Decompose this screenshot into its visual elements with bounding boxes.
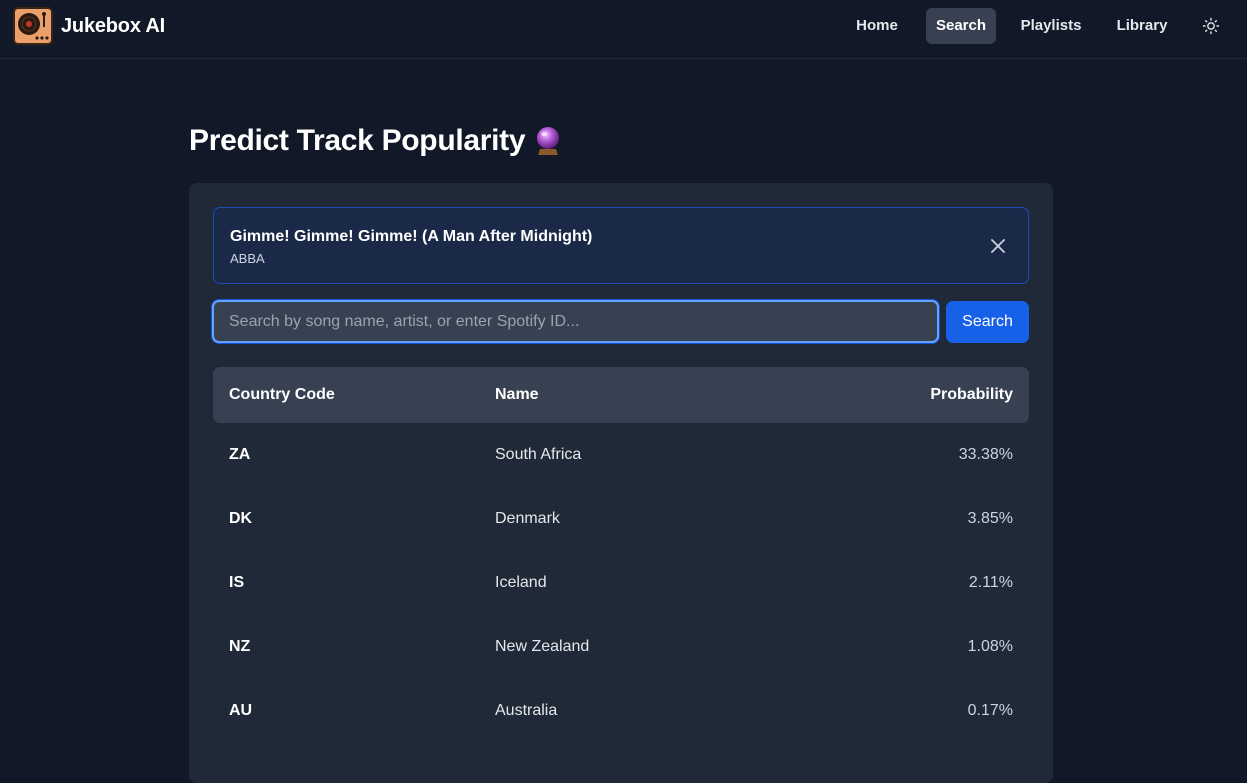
cell-country-name: New Zealand: [495, 638, 590, 655]
crystal-ball-icon: [535, 126, 561, 156]
page-title: Predict Track Popularity: [189, 124, 561, 158]
page-title-text: Predict Track Popularity: [189, 124, 526, 157]
header-probability[interactable]: Probability: [930, 367, 1013, 423]
cell-country-code: ZA: [229, 446, 251, 463]
search-button[interactable]: Search: [946, 301, 1029, 343]
cell-country-code: AU: [229, 702, 253, 719]
cell-country-name: South Africa: [495, 446, 582, 463]
search-input[interactable]: [212, 300, 939, 343]
prediction-card: Gimme! Gimme! Gimme! (A Man After Midnig…: [189, 183, 1053, 783]
clear-selection-button[interactable]: [990, 238, 1006, 254]
header-country-code[interactable]: Country Code: [229, 367, 335, 423]
cell-country-name: Iceland: [495, 574, 547, 591]
cell-country-code: NZ: [229, 638, 251, 655]
cell-probability: 3.85%: [967, 510, 1013, 527]
cell-country-code: IS: [229, 574, 245, 591]
turntable-logo-icon: [13, 7, 53, 45]
table-row[interactable]: NZ New Zealand 1.08%: [213, 615, 1029, 679]
cell-country-code: DK: [229, 510, 253, 527]
top-navbar: Jukebox AI Home Search Playlists Library: [0, 0, 1247, 59]
cell-country-name: Australia: [495, 702, 558, 719]
table-header: Country Code Name Probability: [213, 367, 1029, 423]
cell-country-name: Denmark: [495, 510, 560, 527]
selected-track-card: Gimme! Gimme! Gimme! (A Man After Midnig…: [213, 207, 1029, 284]
nav-playlists[interactable]: Playlists: [1005, 8, 1097, 44]
sun-icon: [1202, 17, 1220, 35]
close-icon: [991, 239, 1005, 253]
nav-library[interactable]: Library: [1107, 8, 1177, 44]
table-row[interactable]: AU Australia 0.17%: [213, 679, 1029, 743]
table-row[interactable]: ZA South Africa 33.38%: [213, 423, 1029, 487]
cell-probability: 2.11%: [968, 574, 1013, 591]
nav-search[interactable]: Search: [926, 8, 996, 44]
app-name: Jukebox AI: [61, 14, 165, 37]
header-name[interactable]: Name: [495, 367, 539, 423]
nav-home[interactable]: Home: [837, 8, 917, 44]
cell-probability: 0.17%: [967, 702, 1013, 719]
table-row[interactable]: IS Iceland 2.11%: [213, 551, 1029, 615]
brand[interactable]: Jukebox AI: [13, 7, 165, 45]
table-row[interactable]: DK Denmark 3.85%: [213, 487, 1029, 551]
selected-track-artist: ABBA: [230, 251, 265, 266]
prediction-table: Country Code Name Probability ZA South A…: [213, 367, 1029, 743]
cell-probability: 33.38%: [958, 446, 1013, 463]
cell-probability: 1.08%: [967, 638, 1013, 655]
selected-track-title: Gimme! Gimme! Gimme! (A Man After Midnig…: [230, 228, 593, 245]
theme-toggle-button[interactable]: [1196, 8, 1226, 44]
